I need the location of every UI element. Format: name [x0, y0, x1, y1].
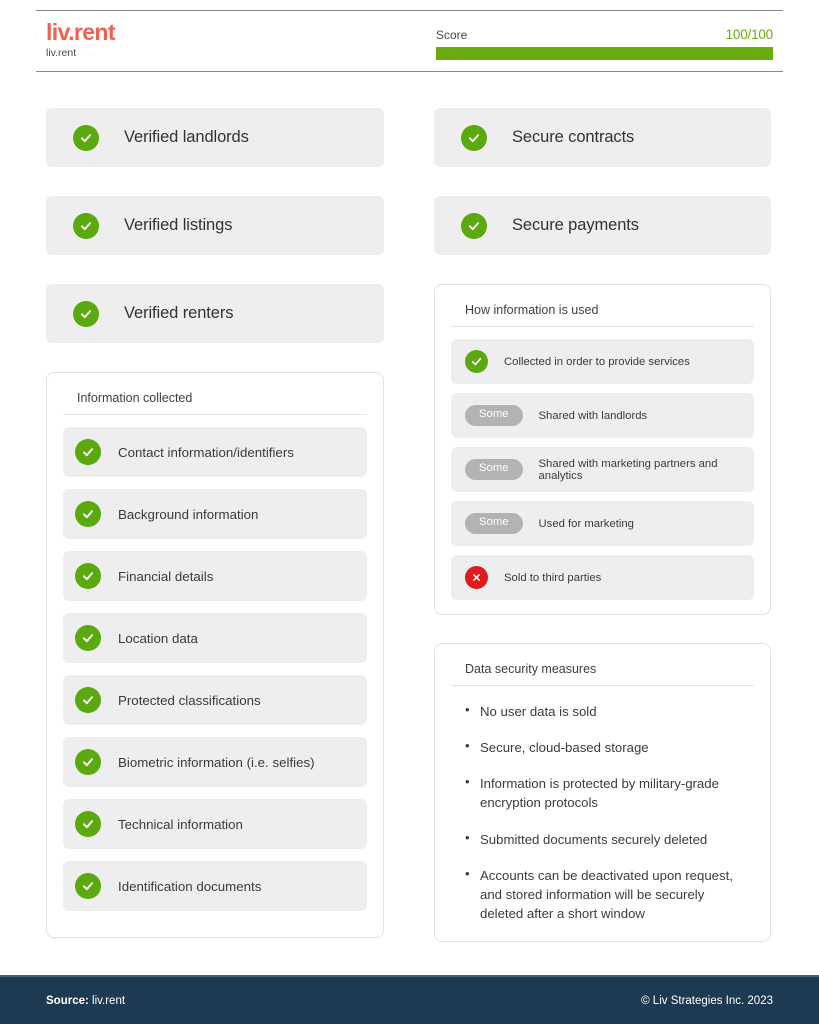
data-security-measures-list: No user data is sold Secure, cloud-based … — [451, 698, 754, 927]
information-collected-item-label: Identification documents — [118, 878, 262, 894]
data-security-measures-title: Data security measures — [451, 660, 754, 686]
verification-card-label: Verified listings — [124, 216, 233, 234]
score-value: 100/100 — [725, 27, 774, 42]
check-circle-icon — [75, 687, 101, 713]
score-progress-fill — [436, 47, 773, 60]
score-label: Score — [436, 28, 468, 42]
brand-subtitle: liv.rent — [46, 47, 77, 60]
how-information-is-used-item-label: Shared with landlords — [538, 409, 648, 422]
check-circle-icon — [461, 212, 487, 239]
information-collected-item[interactable]: Protected classifications — [63, 675, 367, 725]
information-collected-item[interactable]: Contact information/identifiers — [63, 427, 367, 477]
how-information-is-used-item-label: Sold to third parties — [504, 571, 602, 584]
security-card[interactable]: Secure contracts — [434, 108, 771, 167]
security-card[interactable]: Secure payments — [434, 196, 771, 255]
data-security-measure-item: Accounts can be deactivated upon request… — [465, 865, 744, 923]
how-information-is-used-item-label: Used for marketing — [538, 517, 634, 530]
brand-logo: liv.rent — [46, 19, 116, 45]
check-circle-icon — [461, 124, 487, 151]
how-information-is-used-item[interactable]: Sold to third parties — [451, 555, 754, 600]
how-information-is-used-item-label: Collected in order to provide services — [504, 355, 690, 368]
cross-circle-icon — [465, 566, 488, 589]
data-security-measure-item: Information is protected by military-gra… — [465, 773, 744, 812]
check-circle-icon — [75, 501, 101, 527]
left-column: Verified landlords Verified listings Verif… — [46, 108, 384, 938]
verification-card-label: Verified renters — [124, 304, 234, 322]
left-card-list: Verified landlords Verified listings Verif… — [46, 108, 384, 343]
information-collected-item-label: Protected classifications — [118, 692, 261, 708]
information-collected-item[interactable]: Location data — [63, 613, 367, 663]
information-collected-panel: Information collected Contact informatio… — [46, 372, 384, 938]
information-collected-item-label: Contact information/identifiers — [118, 444, 294, 460]
some-badge: Some — [465, 459, 523, 480]
how-information-is-used-list: Collected in order to provide services So… — [451, 339, 754, 600]
information-collected-item-label: Biometric information (i.e. selfies) — [118, 754, 315, 770]
how-information-is-used-item[interactable]: Some Shared with landlords — [451, 393, 754, 438]
how-information-is-used-item[interactable]: Some Used for marketing — [451, 501, 754, 546]
information-collected-item[interactable]: Biometric information (i.e. selfies) — [63, 737, 367, 787]
brand: liv.rent liv.rent — [46, 19, 116, 60]
how-information-is-used-item[interactable]: Collected in order to provide services — [451, 339, 754, 384]
score-row: Score 100/100 — [436, 27, 773, 42]
data-security-measures-panel: Data security measures No user data is s… — [434, 643, 771, 943]
footer-copyright: © Liv Strategies Inc. 2023 — [641, 994, 773, 1007]
check-circle-icon — [465, 350, 488, 373]
footer-source: Source: liv.rent — [46, 995, 125, 1007]
how-information-is-used-item[interactable]: Some Shared with marketing partners and a… — [451, 447, 754, 492]
information-collected-item-label: Background information — [118, 506, 259, 522]
score-progress-track — [436, 47, 773, 60]
verification-card-label: Verified landlords — [124, 128, 249, 146]
right-column: Secure contracts Secure payments How info… — [434, 108, 771, 943]
page-header: liv.rent liv.rent Score 100/100 — [36, 10, 783, 72]
check-circle-icon — [75, 873, 101, 899]
how-information-is-used-title: How information is used — [451, 301, 754, 327]
information-collected-item-label: Financial details — [118, 568, 214, 584]
how-information-is-used-item-label: Shared with marketing partners and analy… — [538, 457, 718, 482]
score-block: Score 100/100 — [436, 27, 773, 60]
verification-card[interactable]: Verified landlords — [46, 108, 384, 167]
check-circle-icon — [73, 124, 99, 151]
check-circle-icon — [75, 439, 101, 465]
how-information-is-used-panel: How information is used Collected in ord… — [434, 284, 771, 615]
check-circle-icon — [73, 212, 99, 239]
data-security-measure-item: Secure, cloud-based storage — [465, 737, 744, 757]
check-circle-icon — [75, 625, 101, 651]
some-badge: Some — [465, 513, 523, 534]
check-circle-icon — [75, 563, 101, 589]
data-security-measure-item: No user data is sold — [465, 701, 744, 721]
security-card-label: Secure contracts — [512, 128, 635, 146]
footer-source-value: liv.rent — [92, 994, 126, 1007]
page-footer: Source: liv.rent © Liv Strategies Inc. 2… — [0, 975, 819, 1024]
data-security-measure-item: Submitted documents securely deleted — [465, 829, 744, 849]
information-collected-item[interactable]: Background information — [63, 489, 367, 539]
check-circle-icon — [75, 811, 101, 837]
information-collected-list: Contact information/identifiers Backgroun… — [63, 427, 367, 911]
information-collected-item[interactable]: Technical information — [63, 799, 367, 849]
check-circle-icon — [75, 749, 101, 775]
information-collected-title: Information collected — [63, 389, 367, 415]
information-collected-item[interactable]: Identification documents — [63, 861, 367, 911]
security-card-label: Secure payments — [512, 216, 639, 234]
information-collected-item-label: Technical information — [118, 816, 243, 832]
footer-source-label: Source: — [46, 994, 89, 1007]
information-collected-item[interactable]: Financial details — [63, 551, 367, 601]
some-badge: Some — [465, 405, 523, 426]
verification-card[interactable]: Verified renters — [46, 284, 384, 343]
information-collected-item-label: Location data — [118, 630, 198, 646]
check-circle-icon — [73, 300, 99, 327]
verification-card[interactable]: Verified listings — [46, 196, 384, 255]
right-card-list: Secure contracts Secure payments — [434, 108, 771, 255]
